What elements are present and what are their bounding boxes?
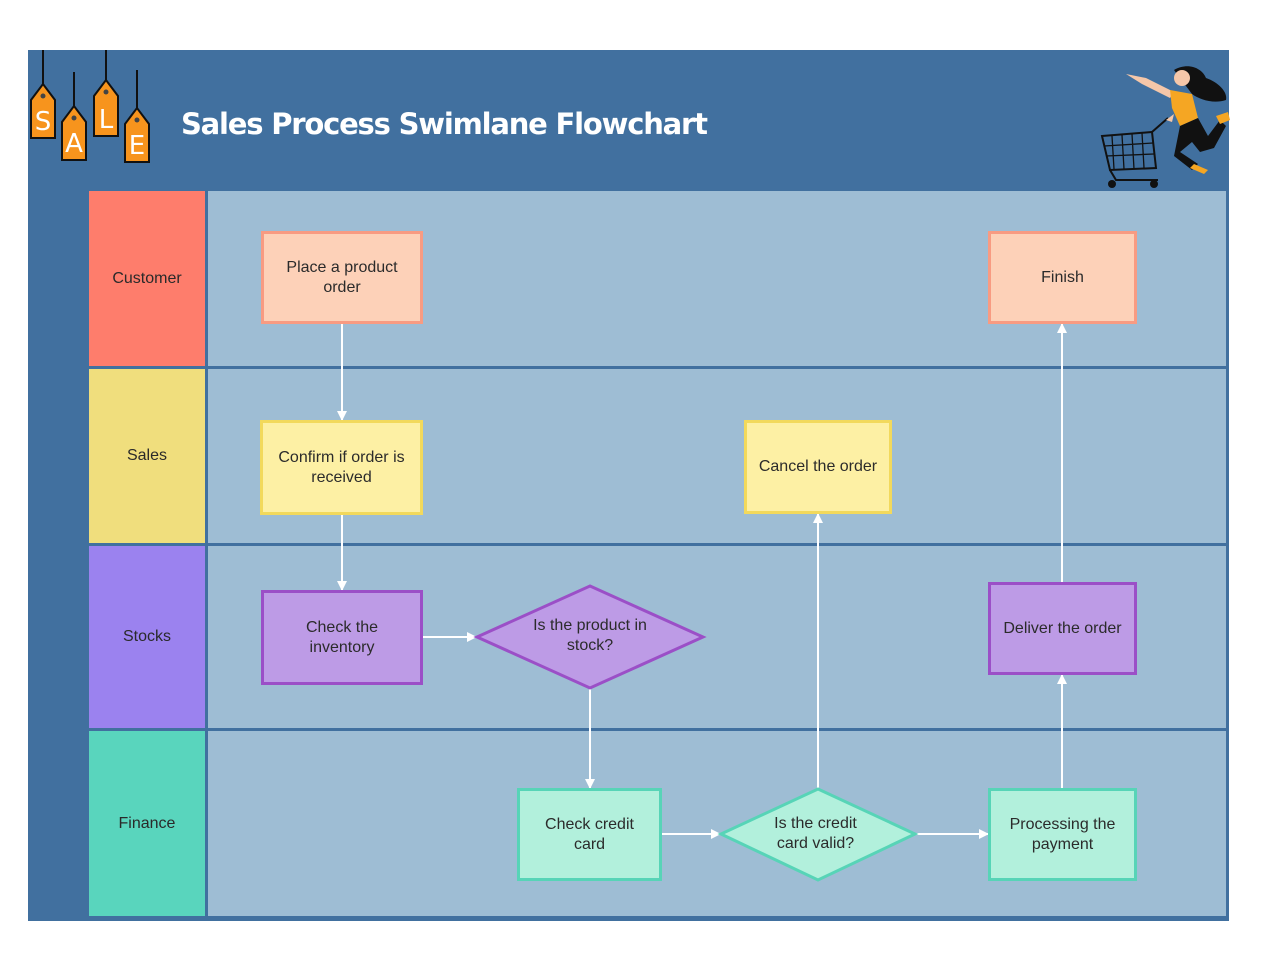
node-check-inventory[interactable]: Check the inventory	[261, 590, 423, 685]
node-cancel-order[interactable]: Cancel the order	[744, 420, 892, 514]
node-in-stock-label: Is the product in stock?	[533, 617, 647, 654]
node-place-order[interactable]: Place a product order	[261, 231, 423, 324]
node-card-valid-label: Is the credit card valid?	[774, 815, 857, 852]
node-finish[interactable]: Finish	[988, 231, 1137, 324]
node-confirm-order[interactable]: Confirm if order is received	[260, 420, 423, 515]
node-deliver-order[interactable]: Deliver the order	[988, 582, 1137, 675]
node-process-payment[interactable]: Processing the payment	[988, 788, 1137, 881]
node-check-card[interactable]: Check credit card	[517, 788, 662, 881]
